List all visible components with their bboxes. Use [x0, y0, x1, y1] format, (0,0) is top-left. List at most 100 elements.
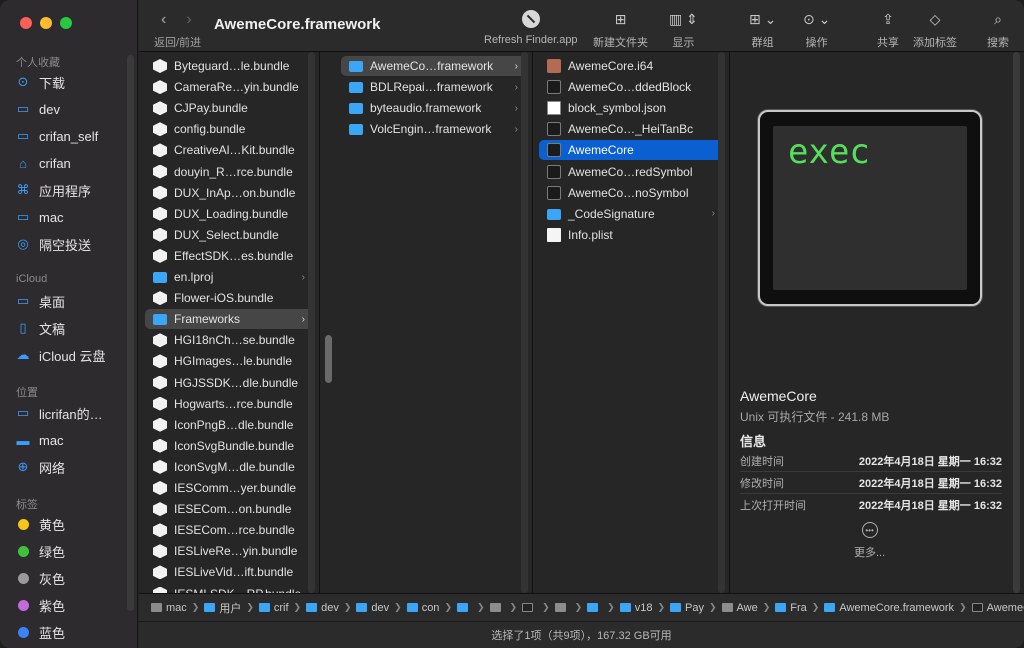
- sidebar-item-favorites-1[interactable]: ▭ dev: [16, 99, 60, 119]
- column-scrollbar-thumb[interactable]: [325, 335, 332, 383]
- search-button[interactable]: ⌕ 搜索: [987, 9, 1009, 50]
- file-item[interactable]: Byteguard…le.bundle: [145, 56, 313, 76]
- folder-item[interactable]: byteaudio.framework ›: [341, 98, 526, 118]
- forward-icon[interactable]: ›: [186, 11, 191, 29]
- path-segment[interactable]: Pay: [670, 602, 704, 614]
- sidebar-scrollbar[interactable]: [127, 55, 134, 611]
- file-item[interactable]: IESECom…on.bundle: [145, 499, 313, 519]
- column-scrollbar[interactable]: [521, 52, 528, 593]
- path-segment[interactable]: dev: [356, 602, 389, 614]
- path-segment[interactable]: v18: [619, 602, 652, 614]
- file-item[interactable]: DUX_Loading.bundle: [145, 204, 313, 224]
- zoom-button[interactable]: [60, 17, 72, 29]
- sidebar-item-tags-1[interactable]: 绿色: [16, 541, 65, 561]
- folder-item[interactable]: AwemeCo…framework ›: [341, 56, 526, 76]
- path-segment[interactable]: AwemeCore: [971, 602, 1024, 614]
- sidebar-item-favorites-5[interactable]: ▭ mac: [16, 207, 64, 227]
- folder-item[interactable]: _CodeSignature ›: [539, 204, 723, 224]
- folder-item[interactable]: en.lproj ›: [145, 267, 313, 287]
- file-item[interactable]: AwemeCo…noSymbol: [539, 183, 723, 203]
- exec-file-icon: exec: [758, 110, 982, 306]
- column-scrollbar[interactable]: [718, 52, 725, 593]
- file-item[interactable]: IconSvgM…dle.bundle: [145, 457, 313, 477]
- path-segment[interactable]: con: [406, 602, 439, 614]
- file-item[interactable]: IESLiveRe…yin.bundle: [145, 541, 313, 561]
- file-item[interactable]: EffectSDK…es.bundle: [145, 246, 313, 266]
- file-item[interactable]: config.bundle: [145, 119, 313, 139]
- sidebar-item-favorites-3[interactable]: ⌂ crifan: [16, 153, 71, 173]
- share-button[interactable]: ⇪ 共享: [877, 9, 899, 50]
- action-button[interactable]: ⊙ ⌄ 操作: [803, 9, 830, 50]
- file-item[interactable]: AwemeCo…redSymbol: [539, 162, 723, 182]
- file-item[interactable]: DUX_InAp…on.bundle: [145, 183, 313, 203]
- sidebar-item-icloud-1[interactable]: ▯ 文稿: [16, 318, 65, 338]
- sidebar-item-tags-2[interactable]: 灰色: [16, 568, 65, 588]
- path-segment[interactable]: Awe: [721, 602, 758, 614]
- sidebar-item-favorites-4[interactable]: ⌘ 应用程序: [16, 180, 92, 200]
- file-item[interactable]: AwemeCore: [539, 140, 723, 161]
- file-item[interactable]: block_symbol.json: [539, 98, 723, 118]
- file-item[interactable]: IESLiveVid…ift.bundle: [145, 562, 313, 582]
- file-item[interactable]: Hogwarts…rce.bundle: [145, 394, 313, 414]
- view-button[interactable]: ▥ ⇕ 显示: [669, 9, 698, 50]
- sidebar-item-icloud-2[interactable]: ☁ iCloud 云盘: [16, 345, 106, 365]
- sidebar-item-favorites-0[interactable]: ⊙ 下载: [16, 72, 65, 92]
- file-item[interactable]: HGImages…le.bundle: [145, 351, 313, 371]
- file-item[interactable]: CreativeAl…Kit.bundle: [145, 140, 313, 160]
- file-item[interactable]: DUX_Select.bundle: [145, 225, 313, 245]
- path-segment[interactable]: 用户: [204, 600, 241, 616]
- close-button[interactable]: [20, 17, 32, 29]
- file-item[interactable]: CJPay.bundle: [145, 98, 313, 118]
- sidebar-item-label: 下载: [39, 75, 66, 91]
- file-item[interactable]: IESECom…rce.bundle: [145, 520, 313, 540]
- file-item[interactable]: AwemeCore.i64: [539, 56, 723, 76]
- sidebar-item-locations-0[interactable]: ▭ licrifan的…: [16, 403, 103, 423]
- sidebar-item-locations-1[interactable]: ▬ mac: [16, 430, 64, 450]
- folder-item[interactable]: VolcEngin…framework ›: [341, 119, 526, 139]
- path-segment[interactable]: [456, 603, 472, 612]
- path-segment[interactable]: AwemeCore.framework: [824, 602, 954, 614]
- group-button[interactable]: ⊞ ⌄ 群组: [749, 9, 776, 50]
- path-segment[interactable]: mac: [151, 602, 187, 614]
- item-label: AwemeCo…framework: [370, 59, 494, 73]
- sidebar-item-locations-2[interactable]: ⊕ 网络: [16, 457, 65, 477]
- file-item[interactable]: IESComm…yer.bundle: [145, 478, 313, 498]
- item-label: AwemeCo…_HeiTanBc: [568, 122, 694, 137]
- path-segment[interactable]: [489, 603, 505, 612]
- file-item[interactable]: IconPngB…dle.bundle: [145, 415, 313, 435]
- back-icon[interactable]: ‹: [161, 11, 166, 29]
- sidebar-item-favorites-2[interactable]: ▭ crifan_self: [16, 126, 98, 146]
- path-segment[interactable]: Fra: [775, 602, 807, 614]
- file-item[interactable]: CameraRe…yin.bundle: [145, 77, 313, 97]
- path-segment[interactable]: dev: [306, 602, 339, 614]
- path-segment[interactable]: crif: [258, 602, 289, 614]
- file-item[interactable]: IESMLSDK…RP.bundle: [145, 584, 313, 593]
- folder-item[interactable]: BDLRepai…framework ›: [341, 77, 526, 97]
- file-item[interactable]: Flower-iOS.bundle: [145, 288, 313, 308]
- new-folder-button[interactable]: ⊞ 新建文件夹: [593, 9, 648, 50]
- file-item[interactable]: AwemeCo…ddedBlock: [539, 77, 723, 97]
- path-segment[interactable]: [554, 603, 570, 612]
- file-item[interactable]: HGJSSDK…dle.bundle: [145, 373, 313, 393]
- add-tag-button[interactable]: ◇ 添加标签: [913, 9, 957, 50]
- sidebar-item-tags-3[interactable]: 紫色: [16, 595, 65, 615]
- refresh-finder-button[interactable]: Refresh Finder.app: [484, 9, 578, 46]
- path-segment[interactable]: [587, 603, 602, 612]
- sidebar-item-tags-4[interactable]: 蓝色: [16, 622, 65, 642]
- sidebar-item-tags-0[interactable]: 黄色: [16, 514, 65, 534]
- preview-scrollbar[interactable]: [1013, 52, 1020, 593]
- file-item[interactable]: AwemeCo…_HeiTanBc: [539, 119, 723, 139]
- file-item[interactable]: IconSvgBundle.bundle: [145, 436, 313, 456]
- sidebar-item-favorites-6[interactable]: ◎ 隔空投送: [16, 234, 91, 254]
- bundle-icon: [153, 396, 167, 411]
- item-label: IESComm…yer.bundle: [174, 481, 297, 495]
- file-item[interactable]: Info.plist: [539, 225, 723, 245]
- minimize-button[interactable]: [40, 17, 52, 29]
- path-segment[interactable]: [522, 603, 537, 612]
- sidebar-item-icloud-0[interactable]: ▭ 桌面: [16, 291, 65, 311]
- file-item[interactable]: douyin_R…rce.bundle: [145, 162, 313, 182]
- column-scrollbar[interactable]: [308, 52, 315, 593]
- folder-item[interactable]: Frameworks ›: [145, 309, 313, 330]
- file-item[interactable]: HGI18nCh…se.bundle: [145, 330, 313, 350]
- more-button[interactable]: ••• 更多...: [854, 522, 885, 560]
